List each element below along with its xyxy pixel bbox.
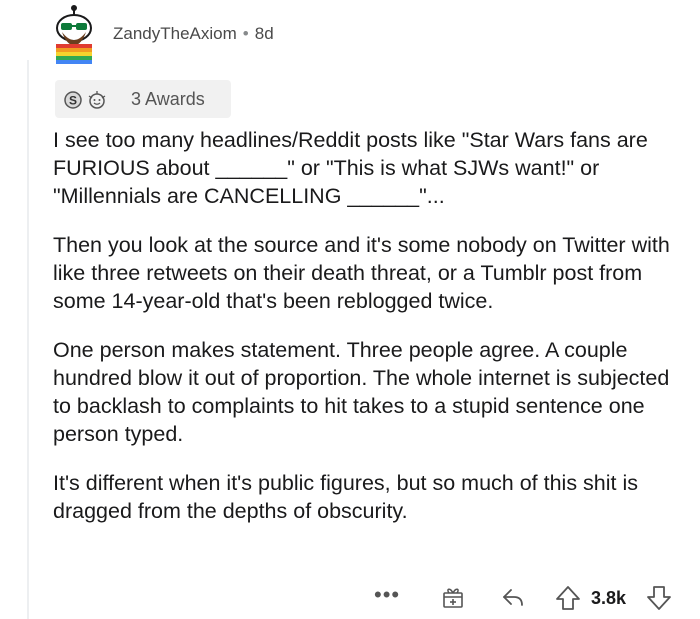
author-name[interactable]: ZandyTheAxiom: [113, 24, 237, 43]
comment-body: I see too many headlines/Reddit posts li…: [53, 126, 673, 546]
upvote-icon[interactable]: [554, 584, 582, 612]
avatar[interactable]: [48, 4, 100, 64]
silver-award-icon: S: [64, 91, 82, 109]
comment-header: ZandyTheAxiom • 8d: [40, 0, 660, 70]
comment-paragraph-4: It's different when it's public figures,…: [53, 471, 639, 523]
more-options-button[interactable]: •••: [374, 582, 400, 608]
svg-text:S: S: [69, 94, 77, 108]
downvote-icon[interactable]: [645, 584, 673, 612]
thread-line[interactable]: [27, 60, 29, 619]
comment-actions: ••• 3.8k: [0, 580, 700, 618]
meta-separator: •: [242, 24, 249, 43]
reply-icon[interactable]: [500, 584, 526, 610]
comment-paragraph-1: I see too many headlines/Reddit posts li…: [53, 128, 648, 208]
wholesome-award-icon: [88, 91, 106, 109]
give-award-icon[interactable]: [440, 584, 466, 610]
comment-paragraph-3: One person makes statement. Three people…: [53, 338, 670, 446]
awards-count-label: 3 Awards: [131, 89, 205, 109]
comment-paragraph-2: Then you look at the source and it's som…: [53, 233, 670, 313]
vote-score: 3.8k: [591, 588, 627, 608]
author-meta: ZandyTheAxiom • 8d: [113, 24, 274, 44]
awards-badge[interactable]: S 3 Awards: [55, 80, 231, 118]
comment-age: 8d: [254, 24, 274, 43]
